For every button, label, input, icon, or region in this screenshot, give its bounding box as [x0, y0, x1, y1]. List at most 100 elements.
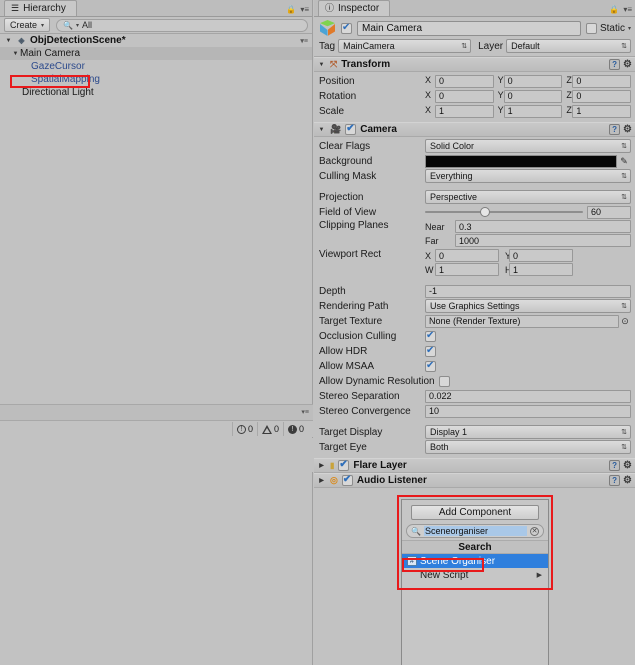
- create-button[interactable]: Create ▾: [4, 18, 51, 32]
- target-texture-input[interactable]: None (Render Texture): [425, 314, 619, 328]
- object-enabled-checkbox[interactable]: [341, 22, 352, 34]
- gear-icon[interactable]: ⚙: [623, 460, 632, 471]
- position-x-value: 0: [439, 76, 445, 86]
- error-counter[interactable]: ! 0: [231, 422, 257, 436]
- hierarchy-icon: ☰: [11, 3, 20, 13]
- search-results-header: Search: [402, 540, 548, 554]
- help-icon[interactable]: ?: [609, 59, 621, 70]
- viewport-h-input[interactable]: 1: [509, 263, 573, 276]
- audio-listener-enabled-checkbox[interactable]: [341, 474, 353, 486]
- hierarchy-item-directional-light[interactable]: Directional Light: [0, 86, 312, 99]
- object-name-input[interactable]: Main Camera: [357, 21, 581, 36]
- chevron-down-icon[interactable]: ▼: [4, 38, 13, 44]
- position-y-input[interactable]: 0: [503, 74, 563, 88]
- result-new-script[interactable]: New Script ▶: [402, 568, 548, 582]
- hierarchy-item-gazecursor[interactable]: GazeCursor: [0, 60, 312, 73]
- gear-icon[interactable]: ⚙: [623, 124, 632, 135]
- object-picker-icon[interactable]: ⊙: [619, 316, 631, 327]
- position-x-input[interactable]: 0: [435, 74, 494, 88]
- allow-hdr-checkbox[interactable]: [425, 345, 436, 357]
- hierarchy-search-input[interactable]: 🔍 ▾ All: [56, 18, 308, 32]
- eyedropper-icon[interactable]: ✎: [617, 156, 631, 167]
- component-header-camera[interactable]: ▼ 🎥 Camera ? ⚙: [314, 122, 635, 137]
- position-z-input[interactable]: 0: [572, 74, 632, 88]
- chevron-down-icon[interactable]: ▼: [11, 51, 20, 57]
- target-display-dropdown[interactable]: Display 1 ⇅: [425, 425, 631, 439]
- tab-hierarchy[interactable]: ☰ Hierarchy: [4, 0, 77, 16]
- rotation-z-input[interactable]: 0: [572, 89, 632, 103]
- object-header: Main Camera Static ▾: [314, 17, 635, 39]
- console-options-icon[interactable]: ▾≡: [301, 408, 309, 416]
- scale-x-input[interactable]: 1: [435, 104, 494, 118]
- hierarchy-item-main-camera[interactable]: ▼ Main Camera: [0, 47, 312, 60]
- component-search-input[interactable]: 🔍 Sceneorganiser ✕: [406, 524, 544, 538]
- rotation-x-input[interactable]: 0: [435, 89, 494, 103]
- hierarchy-item-spatialmapping[interactable]: SpatialMapping: [0, 73, 312, 86]
- target-eye-dropdown[interactable]: Both ⇅: [425, 440, 631, 454]
- projection-dropdown[interactable]: Perspective ⇅: [425, 190, 631, 204]
- component-header-audio-listener[interactable]: ▶ ◎ Audio Listener ? ⚙: [314, 473, 635, 488]
- background-color-swatch[interactable]: [425, 154, 617, 168]
- allow-dynamic-resolution-checkbox[interactable]: [439, 375, 450, 387]
- chevron-updown-icon: ⇅: [621, 429, 627, 436]
- stereo-separation-input[interactable]: 0.022: [425, 389, 631, 403]
- tag-dropdown[interactable]: MainCamera ⇅: [338, 39, 472, 53]
- gear-icon[interactable]: ⚙: [623, 475, 632, 486]
- scale-z-input[interactable]: 1: [572, 104, 632, 118]
- allow-msaa-checkbox[interactable]: [425, 360, 436, 372]
- rotation-y-input[interactable]: 0: [503, 89, 563, 103]
- help-icon[interactable]: ?: [609, 460, 621, 471]
- camera-enabled-checkbox[interactable]: [345, 123, 357, 135]
- result-scene-organiser[interactable]: # Scene Organiser: [402, 554, 548, 568]
- depth-input[interactable]: -1: [425, 284, 631, 298]
- scene-root-row[interactable]: ▼ ◈ ObjDetectionScene* ▾≡: [0, 34, 312, 47]
- chevron-down-icon[interactable]: ▼: [317, 127, 326, 133]
- component-actions: ? ⚙: [609, 59, 632, 70]
- chevron-down-icon[interactable]: ▼: [317, 62, 326, 68]
- viewport-x-input[interactable]: 0: [435, 249, 499, 262]
- viewport-w-input[interactable]: 1: [435, 263, 499, 276]
- clear-icon[interactable]: ✕: [530, 526, 539, 536]
- layer-dropdown[interactable]: Default ⇅: [506, 39, 631, 53]
- gear-icon[interactable]: ⚙: [623, 59, 632, 70]
- axis-x-label: X: [425, 250, 432, 261]
- allow-dynamic-resolution-label: Allow Dynamic Resolution: [319, 375, 435, 387]
- rotation-x-value: 0: [439, 91, 445, 101]
- tag-layer-row: Tag MainCamera ⇅ Layer Default ⇅: [314, 39, 635, 56]
- static-toggle[interactable]: Static ▾: [585, 23, 631, 34]
- tab-inspector[interactable]: ⓘ Inspector: [318, 0, 391, 16]
- static-checkbox[interactable]: [585, 23, 597, 34]
- chevron-right-icon[interactable]: ▶: [317, 462, 326, 469]
- clear-flags-dropdown[interactable]: Solid Color ⇅: [425, 139, 631, 153]
- lock-icon[interactable]: 🔒: [286, 5, 296, 14]
- rendering-path-dropdown[interactable]: Use Graphics Settings ⇅: [425, 299, 631, 313]
- slider-knob[interactable]: [480, 207, 491, 217]
- target-display-value: Display 1: [430, 427, 468, 437]
- occlusion-culling-checkbox[interactable]: [425, 330, 436, 342]
- clipping-near-input[interactable]: 0.3: [455, 220, 631, 233]
- help-icon[interactable]: ?: [609, 124, 621, 135]
- chevron-right-icon[interactable]: ▶: [317, 477, 326, 484]
- component-header-flare-layer[interactable]: ▶ ▮ Flare Layer ? ⚙: [314, 458, 635, 473]
- row-position: Position X 0 Y 0 Z 0: [319, 74, 632, 88]
- stereo-convergence-input[interactable]: 10: [425, 404, 631, 418]
- culling-mask-dropdown[interactable]: Everything ⇅: [425, 169, 631, 183]
- chevron-updown-icon: ⇅: [621, 444, 627, 451]
- hierarchy-options-icon[interactable]: ▾≡: [300, 5, 309, 14]
- flare-layer-enabled-checkbox[interactable]: [338, 459, 350, 471]
- info-counter[interactable]: ! 0: [282, 422, 308, 436]
- clipping-far-input[interactable]: 1000: [455, 234, 631, 247]
- lock-icon[interactable]: 🔒: [609, 5, 619, 14]
- inspector-options-icon[interactable]: ▾≡: [623, 5, 632, 14]
- component-header-transform[interactable]: ▼ ⤧ Transform ? ⚙: [314, 57, 635, 72]
- viewport-y-input[interactable]: 0: [509, 249, 573, 262]
- chevron-down-icon[interactable]: ▾: [628, 25, 631, 32]
- warning-counter[interactable]: 0: [256, 422, 283, 436]
- add-component-button[interactable]: Add Component: [411, 505, 539, 520]
- tab-inspector-label: Inspector: [338, 3, 380, 14]
- field-of-view-input[interactable]: 60: [587, 205, 631, 219]
- field-of-view-slider[interactable]: [425, 207, 583, 217]
- scene-context-menu-icon[interactable]: ▾≡: [300, 37, 308, 45]
- scale-y-input[interactable]: 1: [503, 104, 563, 118]
- help-icon[interactable]: ?: [609, 475, 621, 486]
